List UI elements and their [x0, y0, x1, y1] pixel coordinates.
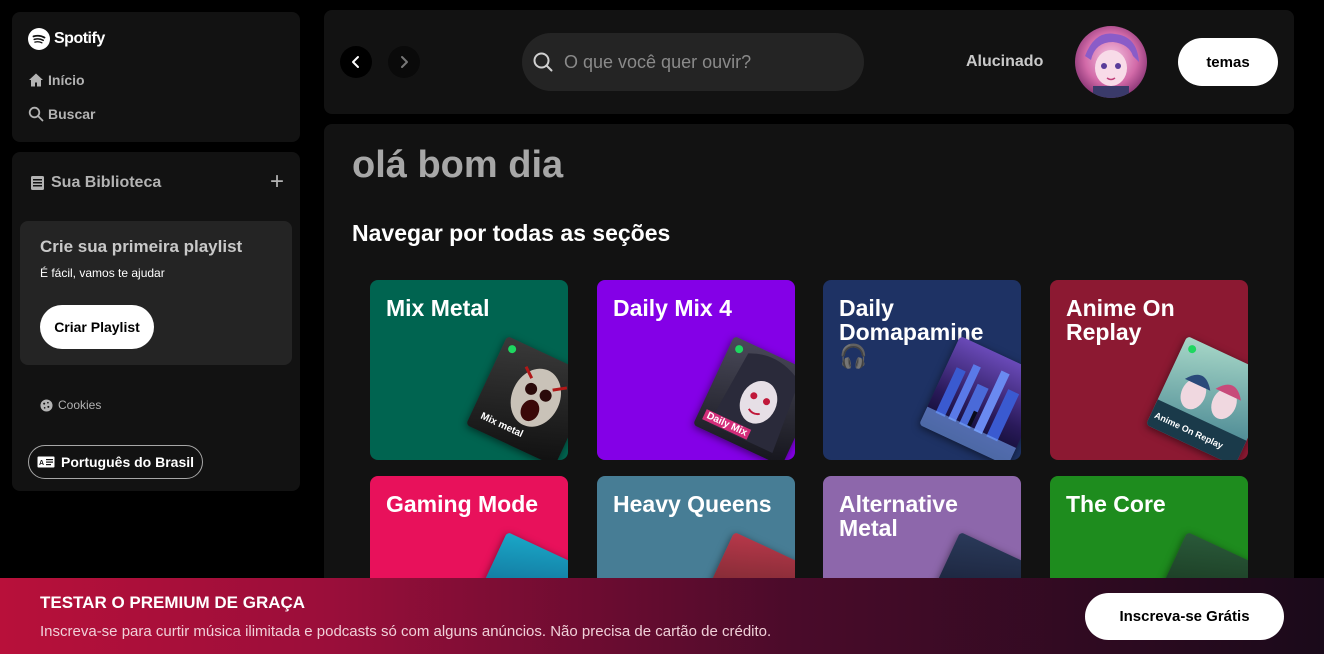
- nav-home[interactable]: Início: [28, 72, 85, 88]
- sidebar-nav-panel: Spotify Início Buscar: [12, 12, 300, 142]
- card-title: Alternative Metal: [839, 491, 958, 541]
- nav-search-label: Buscar: [48, 106, 96, 122]
- language-icon: A: [37, 456, 55, 468]
- username[interactable]: Alucinado: [966, 53, 1043, 71]
- add-playlist-icon[interactable]: +: [270, 170, 284, 194]
- card-title: The Core: [1066, 491, 1166, 517]
- avatar[interactable]: [1075, 26, 1147, 98]
- create-playlist-title: Crie sua primeira playlist: [40, 237, 243, 256]
- card-art-image: [1145, 345, 1247, 460]
- language-button[interactable]: A Português do Brasil: [28, 445, 204, 479]
- back-button[interactable]: [340, 46, 372, 78]
- cookies-link[interactable]: Cookies: [40, 398, 101, 412]
- card-daily-mix-4[interactable]: Daily Mix 4 Daily Mix: [597, 280, 795, 460]
- card-art: Anime On Replay: [1145, 335, 1248, 460]
- card-title: Mix Metal: [386, 295, 490, 321]
- card-art-image: [708, 345, 795, 453]
- avatar-image: [1075, 26, 1147, 98]
- search-bar[interactable]: [522, 33, 864, 91]
- nav-search[interactable]: Buscar: [28, 106, 95, 122]
- card-art: Mix metal: [465, 335, 568, 460]
- language-label: Português do Brasil: [61, 454, 195, 470]
- banner-subtitle: Inscreva-se para curtir música ilimitada…: [40, 623, 772, 640]
- card-title: Heavy Queens: [613, 491, 772, 517]
- card-art: Daily Mix: [692, 335, 795, 460]
- library-header[interactable]: Sua Biblioteca: [30, 174, 161, 192]
- library-title: Sua Biblioteca: [51, 174, 162, 191]
- themes-button[interactable]: temas: [1178, 38, 1278, 86]
- premium-banner[interactable]: TESTAR O PREMIUM DE GRAÇA Inscreva-se pa…: [0, 578, 1324, 654]
- create-playlist-card: Crie sua primeira playlist É fácil, vamo…: [20, 221, 292, 365]
- section-title: Navegar por todas as seções: [352, 220, 671, 246]
- search-input[interactable]: [564, 51, 844, 73]
- card-title: Gaming Mode: [386, 491, 539, 517]
- cookie-icon: [40, 398, 53, 412]
- spotify-icon: [28, 28, 50, 50]
- card-art-image: [508, 345, 568, 427]
- greeting-title: olá bom dia: [352, 144, 564, 186]
- logo-text: Spotify: [54, 30, 105, 47]
- create-playlist-subtitle: É fácil, vamos te ajudar: [40, 266, 165, 280]
- chevron-left-icon: [352, 56, 359, 68]
- top-header: Alucinado temas: [324, 10, 1294, 114]
- home-icon: [29, 73, 43, 87]
- search-icon: [28, 106, 44, 122]
- main-content: olá bom dia Navegar por todas as seções …: [324, 124, 1294, 654]
- spotify-logo[interactable]: Spotify: [28, 28, 105, 50]
- banner-title: TESTAR O PREMIUM DE GRAÇA: [40, 593, 306, 612]
- card-title: Anime On Replay: [1066, 295, 1175, 345]
- card-anime-on-replay[interactable]: Anime On Replay Anime On Replay: [1050, 280, 1248, 460]
- svg-text:A: A: [39, 460, 44, 467]
- forward-button[interactable]: [388, 46, 420, 78]
- library-icon: [31, 176, 44, 190]
- nav-home-label: Início: [48, 72, 85, 88]
- search-icon: [533, 52, 553, 72]
- library-panel: Sua Biblioteca + Crie sua primeira playl…: [12, 152, 300, 491]
- signup-free-button[interactable]: Inscreva-se Grátis: [1085, 593, 1284, 640]
- cookies-label: Cookies: [58, 398, 102, 412]
- card-title: Daily Mix 4: [613, 295, 732, 321]
- create-playlist-button[interactable]: Criar Playlist: [40, 305, 154, 349]
- card-mix-metal[interactable]: Mix Metal Mix metal: [370, 280, 568, 460]
- card-daily-domapamine[interactable]: Daily Domapamine 🎧: [823, 280, 1021, 460]
- chevron-right-icon: [401, 56, 408, 68]
